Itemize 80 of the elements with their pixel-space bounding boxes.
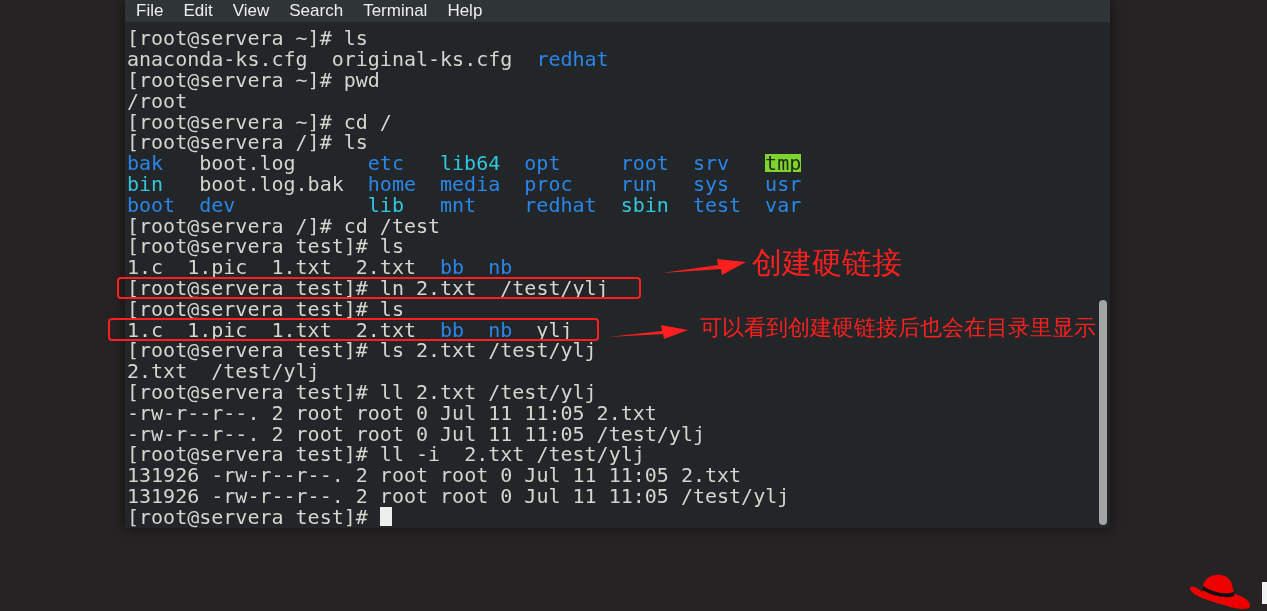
command-text: cd /test [343,216,441,235]
file-name: tmp [765,154,802,173]
shell-prompt: [root@servera test]# [127,507,368,526]
menu-item[interactable]: Search [289,0,344,24]
file-name: bb [440,258,465,277]
menu-item[interactable]: Help [447,0,483,24]
file-name: proc [524,174,573,193]
command-text: ls [379,299,404,318]
file-name: var [765,195,802,214]
file-name: /test/ylj [211,362,320,381]
file-name: boot.log.bak [199,174,344,193]
file-name: lib [367,195,404,214]
shell-prompt: [root@servera test]# [127,382,368,401]
file-name: usr [765,174,802,193]
file-name: opt [524,154,561,173]
shell-prompt: [root@servera test]# [127,237,368,256]
file-name: sbin [620,195,669,214]
command-text: ls [343,133,368,152]
menu-item[interactable]: File [136,0,164,24]
hat-logo [1188,572,1252,611]
shell-prompt: [root@servera ~]# [127,112,332,131]
file-name: 1.c [127,320,164,339]
file-name: original-ks.cfg [331,50,513,69]
file-name: boot.log [199,154,296,173]
file-name: etc [367,154,404,173]
output-line: -rw-r--r--. 2 root root 0 Jul 11 11:05 /test/ylj [127,424,705,443]
shell-prompt: [root@servera test]# [127,341,368,360]
file-name: bb [440,320,465,339]
command-text: ll 2.txt /test/ylj [379,382,597,401]
command-text: pwd [343,71,380,89]
menu-item[interactable]: Edit [183,0,213,24]
file-name: run [620,174,657,193]
file-name: srv [692,154,729,173]
file-name: 2.txt [127,362,188,381]
shell-prompt: [root@servera ~]# [127,29,332,48]
annotation-text: 可以看到创建硬链接后也会在目录里显示 [700,314,1096,342]
scrollbar-thumb[interactable] [1098,300,1107,525]
shell-prompt: [root@servera /]# [127,216,332,235]
file-name: 2.txt [355,258,416,277]
shell-prompt: [root@servera test]# [127,299,368,318]
file-name: test [692,195,742,214]
file-name: dev [199,195,236,214]
command-text: ls [343,29,368,48]
file-name: lib64 [440,154,501,173]
file-name: 1.txt [271,258,332,277]
output-line: 131926 -rw-r--r--. 2 root root 0 Jul 11 11:05 /test/ylj [127,486,790,505]
file-name: 2.txt [355,320,416,339]
menu-item[interactable]: View [232,0,270,24]
command-text: cd / [343,112,392,131]
command-text: ls 2.txt /test/ylj [379,341,597,360]
logo-fragment [1262,582,1267,604]
shell-prompt: [root@servera ~]# [127,71,332,89]
output-line: 131926 -rw-r--r--. 2 root root 0 Jul 11 11:05 2.txt [127,466,742,485]
shell-prompt: [root@servera test]# [127,278,368,297]
output-line: /root [127,91,188,110]
shell-prompt: [root@servera test]# [127,445,368,464]
file-name: 1.txt [271,320,332,339]
file-name: bak [127,154,164,173]
file-name: home [367,174,416,193]
file-name: 1.pic [187,258,248,277]
file-name: redhat [524,195,597,214]
file-name: mnt [440,195,477,214]
menu-item[interactable]: Terminal [363,0,428,24]
command-text: ls [379,237,404,256]
file-name: nb [488,320,513,339]
file-name: 1.c [127,258,164,277]
file-name: bin [127,174,164,193]
file-name: media [440,174,501,193]
command-text: ll -i 2.txt /test/ylj [379,445,645,464]
file-name: 1.pic [187,320,248,339]
annotation-text: 创建硬链接 [752,245,902,281]
file-name: boot [127,195,176,214]
shell-prompt: [root@servera /]# [127,133,332,152]
file-name: nb [488,258,513,277]
file-name: root [620,154,669,173]
file-name: anaconda-ks.cfg [127,50,308,69]
output-line: -rw-r--r--. 2 root root 0 Jul 11 11:05 2.txt [127,403,657,422]
file-name: redhat [536,50,609,69]
command-text: ln 2.txt /test/ylj [379,278,609,297]
file-name: sys [692,174,729,193]
